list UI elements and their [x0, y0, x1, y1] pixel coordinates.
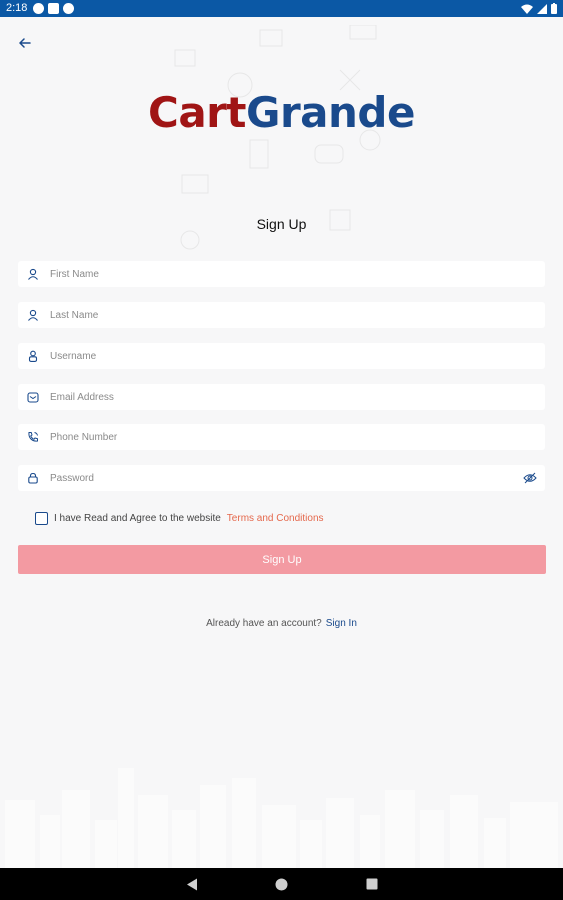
page-title: Sign Up: [256, 216, 307, 232]
lock-icon: [18, 472, 48, 484]
battery-icon: [551, 3, 557, 14]
notification-icons: [33, 3, 74, 14]
notification-at-icon: [63, 3, 74, 14]
eye-off-icon[interactable]: [515, 472, 545, 484]
signal-icon: [537, 3, 547, 14]
last-name-field: [18, 302, 545, 328]
last-name-input[interactable]: [48, 309, 545, 321]
username-field: [18, 343, 545, 369]
notification-a-icon: [33, 3, 44, 14]
sign-in-prompt: Already have an account? Sign In: [0, 618, 563, 629]
city-skyline-decoration: [5, 768, 558, 868]
wifi-icon: [521, 4, 533, 14]
username-input[interactable]: [48, 350, 545, 362]
back-button[interactable]: [14, 32, 36, 54]
terms-link[interactable]: Terms and Conditions: [227, 513, 324, 524]
person-icon: [18, 309, 48, 321]
sign-in-prompt-text: Already have an account?: [206, 618, 322, 629]
terms-checkbox[interactable]: [35, 512, 48, 525]
sign-in-link[interactable]: Sign In: [326, 618, 357, 629]
recents-nav-icon[interactable]: [366, 878, 378, 890]
first-name-field: [18, 261, 545, 287]
navigation-bar: [0, 868, 563, 900]
logo-part-cart: Cart: [148, 88, 246, 137]
cartgrande-logo: CartGrande: [0, 88, 563, 137]
logo-part-grande: Grande: [245, 88, 415, 137]
password-input[interactable]: [48, 472, 515, 484]
email-input[interactable]: [48, 391, 545, 403]
terms-text: I have Read and Agree to the website: [54, 513, 221, 524]
notification-sim-icon: [48, 3, 59, 14]
sign-up-button[interactable]: Sign Up: [18, 545, 546, 574]
phone-field: [18, 424, 545, 450]
status-bar: 2:18: [0, 0, 563, 17]
user-badge-icon: [18, 350, 48, 362]
system-icons: [521, 3, 557, 14]
email-field: [18, 384, 545, 410]
mail-icon: [18, 391, 48, 403]
phone-icon: [18, 431, 48, 443]
password-field: [18, 465, 545, 491]
status-time: 2:18: [6, 2, 28, 14]
phone-input[interactable]: [48, 431, 545, 443]
first-name-input[interactable]: [48, 268, 545, 280]
back-nav-icon[interactable]: [186, 878, 198, 891]
person-icon: [18, 268, 48, 280]
home-nav-icon[interactable]: [275, 878, 288, 891]
terms-agreement: I have Read and Agree to the website Ter…: [35, 512, 324, 525]
arrow-left-icon: [19, 38, 31, 48]
